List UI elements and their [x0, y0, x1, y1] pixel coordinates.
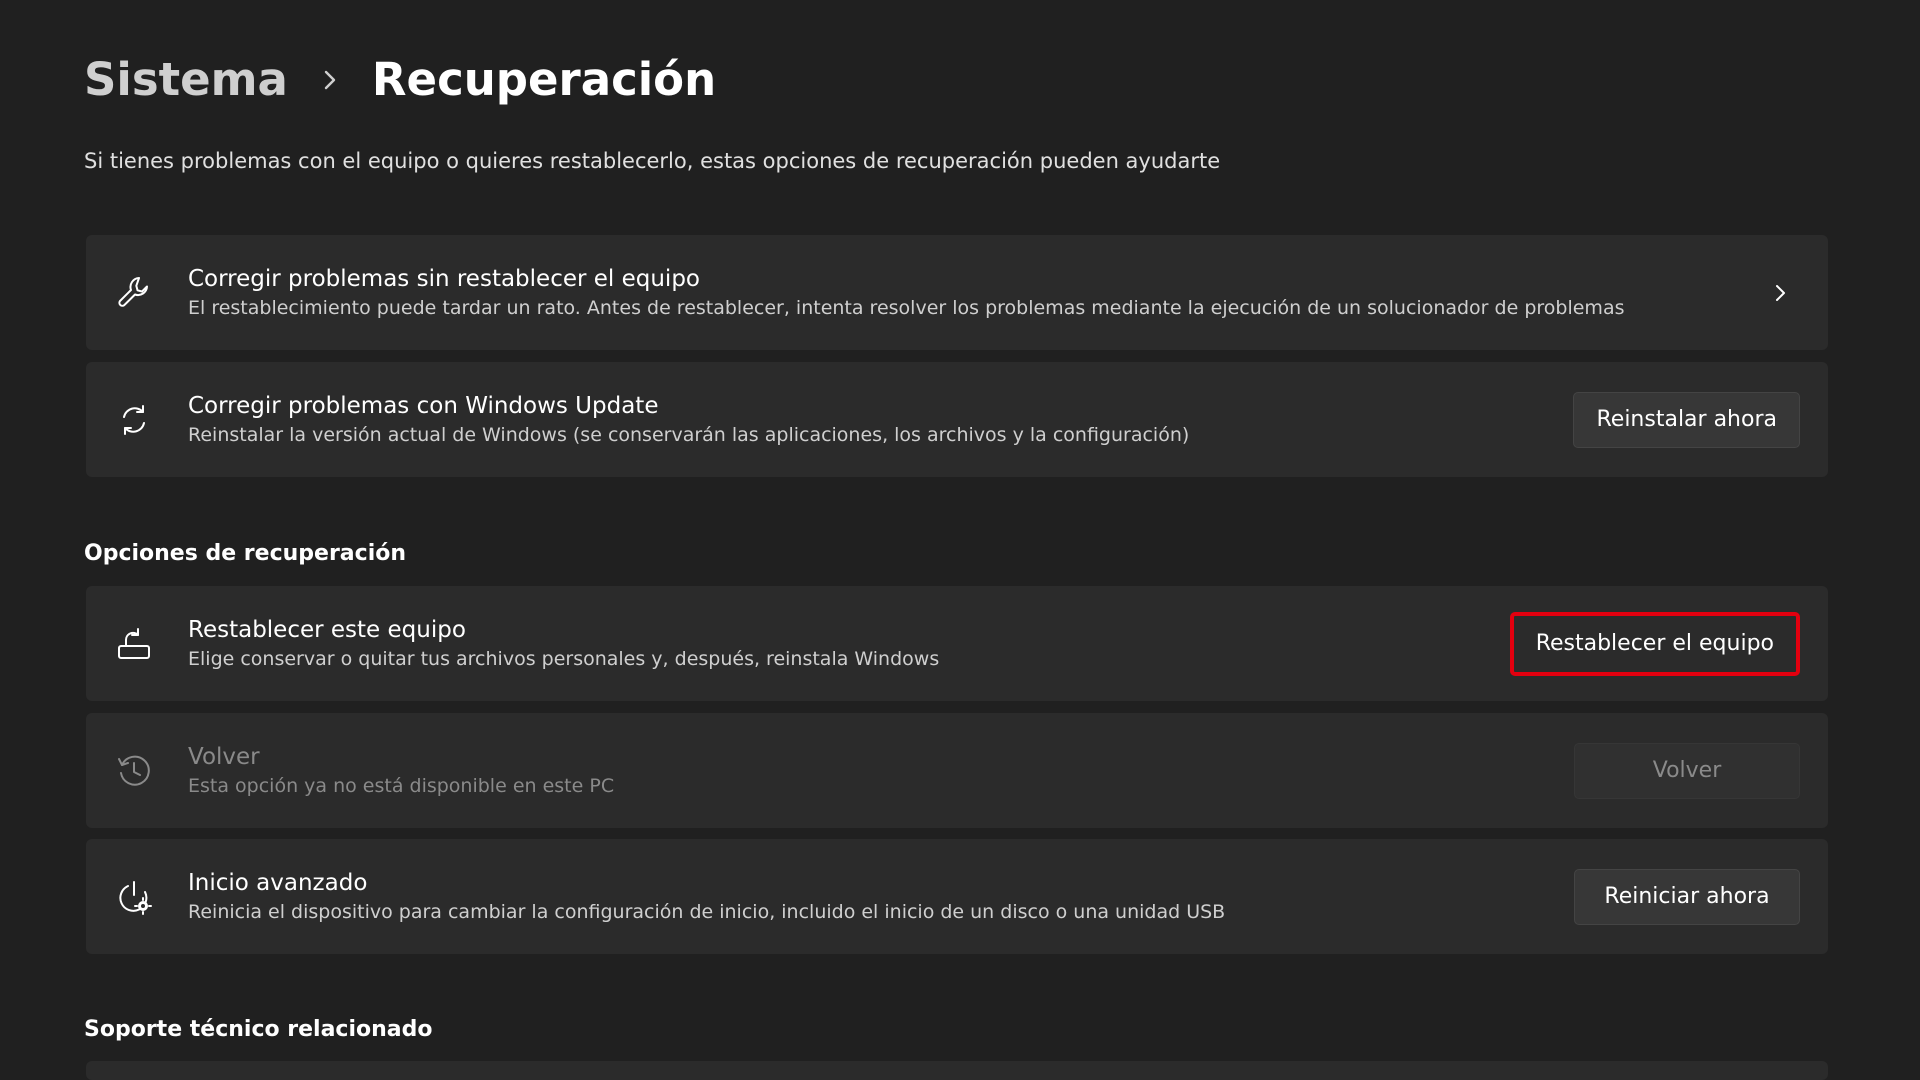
reset-pc-button[interactable]: Restablecer el equipo [1509, 611, 1800, 676]
wrench-icon [114, 273, 154, 313]
history-icon [114, 751, 154, 791]
go-back-title: Volver [188, 743, 260, 770]
reset-pc-description: Elige conservar o quitar tus archivos pe… [188, 647, 940, 670]
reset-pc-card: Restablecer este equipo Elige conservar … [86, 586, 1828, 701]
breadcrumb: Sistema Recuperación [84, 52, 716, 108]
windows-update-title: Corregir problemas con Windows Update [188, 392, 659, 419]
troubleshoot-title: Corregir problemas sin restablecer el eq… [188, 265, 700, 292]
restart-now-button[interactable]: Reiniciar ahora [1574, 868, 1800, 925]
troubleshoot-card[interactable]: Corregir problemas sin restablecer el eq… [86, 235, 1828, 350]
advanced-startup-description: Reinicia el dispositivo para cambiar la … [188, 900, 1226, 923]
go-back-button: Volver [1574, 742, 1800, 799]
reset-pc-title: Restablecer este equipo [188, 616, 466, 643]
reinstall-now-button[interactable]: Reinstalar ahora [1573, 391, 1800, 448]
windows-update-description: Reinstalar la versión actual de Windows … [188, 423, 1190, 446]
sync-icon [114, 400, 154, 440]
page-subtitle: Si tienes problemas con el equipo o quie… [84, 149, 1221, 173]
troubleshoot-description: El restablecimiento puede tardar un rato… [188, 296, 1625, 319]
advanced-startup-title: Inicio avanzado [188, 869, 368, 896]
reset-pc-icon [114, 624, 154, 664]
chevron-right-icon [302, 52, 358, 108]
go-back-description: Esta opción ya no está disponible en est… [188, 774, 615, 797]
chevron-right-icon [1768, 281, 1792, 305]
breadcrumb-sistema[interactable]: Sistema [84, 52, 288, 108]
windows-update-card: Corregir problemas con Windows Update Re… [86, 362, 1828, 477]
page-title: Recuperación [371, 53, 717, 106]
related-support-card[interactable] [86, 1061, 1828, 1080]
recovery-options-heading: Opciones de recuperación [84, 541, 407, 566]
go-back-card: Volver Esta opción ya no está disponible… [86, 713, 1828, 828]
related-support-heading: Soporte técnico relacionado [84, 1017, 433, 1042]
advanced-startup-card: Inicio avanzado Reinicia el dispositivo … [86, 839, 1828, 954]
recovery-settings-page: Sistema Recuperación Si tienes problemas… [0, 0, 1920, 1080]
advanced-startup-icon [114, 877, 154, 917]
